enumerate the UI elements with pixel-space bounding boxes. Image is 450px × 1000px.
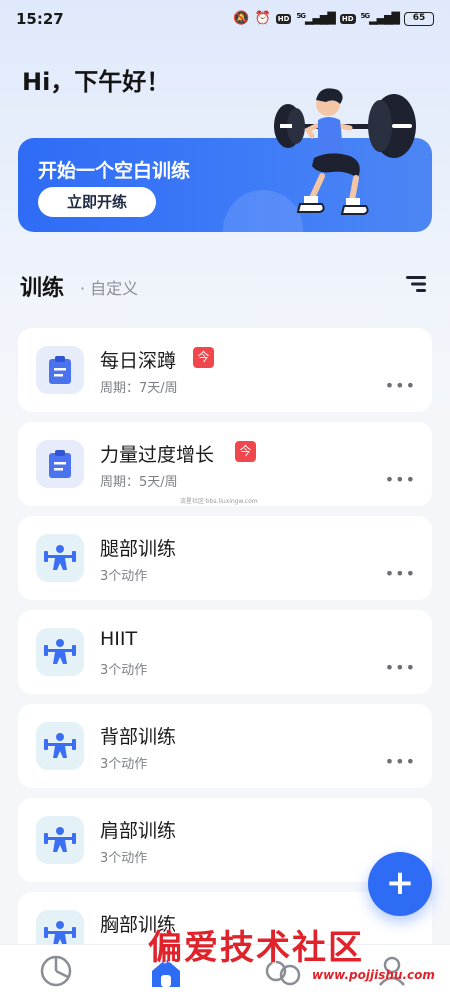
workout-card[interactable]: 肩部训练 3个动作: [18, 798, 432, 882]
watermark-url: www.pojjishu.com: [312, 968, 435, 982]
status-icons: 🔕 ⏰ HD 5G▂▄▆█ HD 5G▂▄▆█ 65: [233, 11, 434, 26]
sort-icon[interactable]: [406, 275, 426, 293]
add-workout-button[interactable]: +: [368, 852, 432, 916]
weightlifter-icon: [36, 534, 84, 582]
today-badge: 今: [235, 441, 256, 462]
workout-subtitle: 3个动作: [100, 851, 148, 866]
network-label: 5G: [296, 12, 306, 20]
banner-title: 开始一个空白训练: [38, 160, 191, 182]
battery-icon: 65: [404, 11, 434, 26]
today-badge: 今: [193, 347, 214, 368]
clipboard-icon: [36, 346, 84, 394]
workout-title: 每日深蹲: [100, 350, 177, 372]
greeting: Hi，下午好！: [22, 68, 171, 96]
clipboard-icon: [36, 440, 84, 488]
workout-subtitle: 3个动作: [100, 569, 148, 584]
workout-title: 力量过度增长: [100, 444, 215, 466]
workout-title: 背部训练: [100, 726, 177, 748]
more-options-icon[interactable]: •••: [385, 564, 416, 583]
workout-card[interactable]: 腿部训练 3个动作 •••: [18, 516, 432, 600]
workout-title: 肩部训练: [100, 820, 177, 842]
status-time: 15:27: [16, 10, 64, 28]
barbell-squat-illustration: [274, 88, 416, 215]
status-bar: 15:27 🔕 ⏰ HD 5G▂▄▆█ HD 5G▂▄▆█ 65: [0, 0, 450, 38]
hd-icon-2: HD: [339, 13, 356, 24]
stats-tab-icon[interactable]: [36, 951, 76, 991]
workout-card[interactable]: 背部训练 3个动作 •••: [18, 704, 432, 788]
weightlifter-icon: [36, 816, 84, 864]
workout-subtitle: 3个动作: [100, 757, 148, 772]
workout-title: HIIT: [100, 628, 138, 650]
workout-card[interactable]: 力量过度增长 今 周期：5天/周 •••: [18, 422, 432, 506]
workout-title: 腿部训练: [100, 538, 177, 560]
signal-icon-2: 5G▂▄▆█: [360, 12, 400, 25]
hd-icon: HD: [275, 13, 292, 24]
more-options-icon[interactable]: •••: [385, 376, 416, 395]
small-watermark: 流星社区·bbs.liuxingw.com: [180, 498, 258, 505]
alarm-icon: ⏰: [254, 11, 271, 26]
more-options-icon[interactable]: •••: [385, 470, 416, 489]
signal-icon: 5G▂▄▆█: [296, 12, 335, 25]
weightlifter-icon: [36, 722, 84, 770]
section-title: 训练: [20, 276, 65, 301]
workout-card[interactable]: HIIT 3个动作 •••: [18, 610, 432, 694]
mute-icon: 🔕: [233, 11, 250, 26]
workout-subtitle: 周期：7天/周: [100, 381, 178, 396]
more-options-icon[interactable]: •••: [385, 658, 416, 677]
network-label-2: 5G: [360, 12, 371, 20]
weightlifter-icon: [36, 628, 84, 676]
workout-subtitle: 3个动作: [100, 663, 148, 678]
more-options-icon[interactable]: •••: [385, 752, 416, 771]
start-now-button[interactable]: 立即开练: [38, 187, 156, 217]
workout-card[interactable]: 每日深蹲 今 周期：7天/周 •••: [18, 328, 432, 412]
watermark: 偏爱技术社区: [148, 928, 364, 968]
workout-subtitle: 周期：5天/周: [100, 475, 178, 490]
section-subtitle[interactable]: · 自定义: [80, 275, 138, 299]
